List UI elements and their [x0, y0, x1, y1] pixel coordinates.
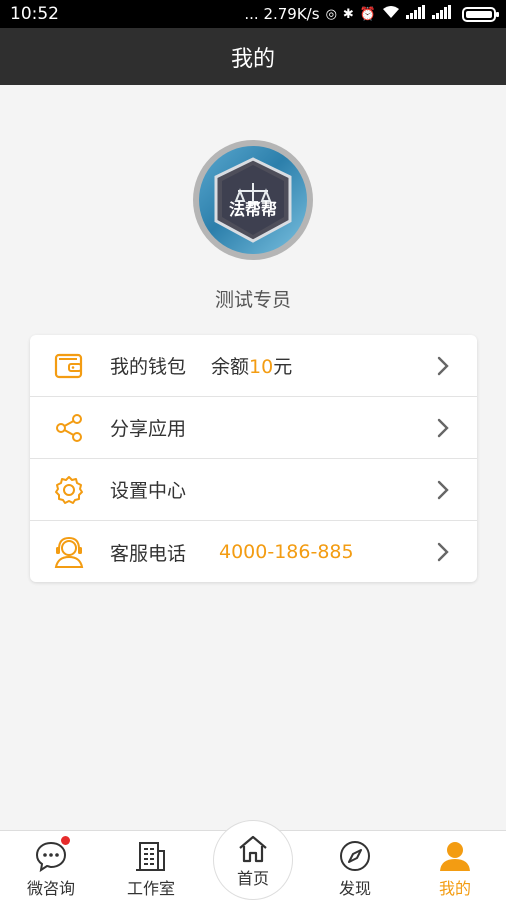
nav-item-mine[interactable]: 我的 [405, 831, 505, 900]
share-icon [52, 411, 86, 445]
notification-badge [61, 836, 70, 845]
avatar[interactable] [193, 140, 313, 260]
signal-2-icon [432, 5, 452, 23]
nav-label-studio: 工作室 [126, 879, 175, 898]
menu-item-service[interactable]: 客服电话 4000-186-885 [30, 521, 477, 583]
service-phone[interactable]: 4000-186-885 [219, 541, 354, 563]
wallet-balance: 余额10元 [211, 352, 292, 379]
avatar-image [199, 146, 307, 254]
nav-item-studio[interactable]: 工作室 [101, 831, 201, 900]
service-label: 客服电话 [110, 542, 187, 565]
battery-icon [462, 6, 499, 22]
status-bar: 10:52 ... 2.79K/s ◎ ✱ ⏰ [0, 0, 506, 28]
status-icons: ... 2.79K/s ◎ ✱ ⏰ [244, 5, 499, 23]
chevron-right-icon [437, 418, 449, 438]
menu-item-wallet[interactable]: 我的钱包 余额10元 [30, 335, 477, 397]
wifi-icon [382, 5, 400, 23]
title-bar: 我的 [0, 28, 506, 85]
compass-icon [340, 841, 370, 871]
chevron-right-icon [437, 480, 449, 500]
nav-label-discover: 发现 [338, 879, 371, 898]
alarm-icon: ⏰ [359, 6, 376, 22]
page-title: 我的 [230, 46, 275, 72]
wallet-icon [52, 349, 86, 383]
share-label: 分享应用 [110, 418, 187, 440]
chevron-right-icon [437, 542, 449, 562]
sync-icon: ◎ [325, 6, 337, 22]
wallet-label: 我的钱包 [110, 356, 187, 378]
nav-label-consult: 微咨询 [26, 879, 75, 898]
signal-icon [406, 5, 426, 23]
nav-label-home: 首页 [236, 869, 269, 888]
nav-item-home[interactable]: 首页 [213, 820, 293, 900]
nav-item-discover[interactable]: 发现 [305, 831, 405, 900]
network-speed: ... 2.79K/s [244, 5, 320, 23]
settings-label: 设置中心 [110, 480, 187, 502]
menu-item-settings[interactable]: 设置中心 [30, 459, 477, 521]
status-time: 10:52 [10, 4, 59, 24]
bluetooth-icon: ✱ [342, 6, 354, 22]
menu-card: 我的钱包 余额10元 分享应用 设置中心 客服电话 4000-186-885 [30, 335, 477, 582]
customer-service-icon [52, 535, 86, 569]
balance-prefix: 余额 [211, 356, 250, 378]
user-name: 测试专员 [214, 289, 291, 311]
user-icon [440, 842, 470, 871]
gear-icon [52, 473, 86, 507]
balance-unit: 元 [273, 356, 293, 378]
menu-item-share[interactable]: 分享应用 [30, 397, 477, 459]
chevron-right-icon [437, 356, 449, 376]
balance-amount: 10 [249, 356, 274, 378]
home-icon [239, 835, 267, 863]
building-icon [136, 842, 165, 871]
nav-label-mine: 我的 [438, 879, 471, 898]
logo-icon [214, 157, 292, 243]
nav-item-consult[interactable]: 微咨询 [1, 831, 101, 900]
